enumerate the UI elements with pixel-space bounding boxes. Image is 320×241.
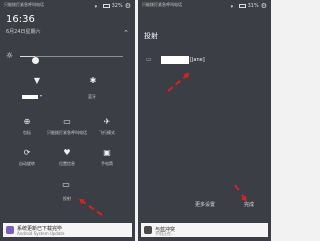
wifi-dropdown-icon[interactable]: ▾ — [40, 93, 42, 98]
battery-percent: 31% — [247, 3, 259, 9]
tile-icon-rotate[interactable]: ⟳ — [21, 148, 33, 157]
battery-icon — [102, 4, 110, 8]
notification-subtitle: Android System Update — [17, 231, 65, 236]
cast-device-item[interactable]: ▭ [Jane] — [144, 54, 254, 66]
app-icon — [6, 226, 14, 234]
tile-label: 只能拨打紧急呼叫电话 — [47, 130, 87, 135]
done-button[interactable]: 完成 — [244, 201, 254, 208]
cast-icon[interactable]: ▭ — [60, 180, 72, 189]
battery-icon — [238, 4, 246, 8]
date: 6月24日星期六 — [6, 29, 41, 35]
brightness-thumb[interactable] — [32, 57, 40, 64]
brightness-slider[interactable]: ☼ — [6, 51, 129, 64]
carrier-text: 只能拨打紧急呼叫电话 — [142, 2, 182, 7]
battery-percent: 32% — [111, 3, 123, 9]
device-name-suffix: [Jane] — [190, 57, 205, 63]
app-icon — [144, 226, 152, 234]
more-settings-button[interactable]: 更多设置 — [195, 201, 215, 208]
redacted-device-name — [161, 56, 189, 64]
gear-icon[interactable]: ⚙ — [261, 2, 267, 10]
red-arrow — [80, 199, 103, 216]
status-bar: 只能拨打紧急呼叫电话 ▾ 31% ⚙ — [138, 0, 271, 11]
brightness-icon: ☼ — [6, 51, 14, 60]
bluetooth-icon[interactable]: ✱ — [87, 76, 99, 85]
tile-icon-location[interactable]: ⊕ — [21, 117, 33, 126]
redacted-wifi-name — [22, 95, 38, 99]
signal-icon: ▾ — [94, 3, 98, 10]
bluetooth-label: 蓝牙 — [88, 94, 96, 99]
clock: 16:36 — [6, 14, 35, 25]
quick-settings-panel: 只能拨打紧急呼叫电话 ▾ 32% ⚙ 16:36 6月24日星期六 ⌃ ☼ ▼ … — [0, 0, 135, 241]
status-icons: ▾ 32% ⚙ — [95, 2, 131, 10]
tile-label: 手电筒 — [101, 161, 113, 166]
brightness-track[interactable] — [20, 56, 123, 64]
notification-card[interactable]: 系统更新已下载完毕 Android System Update — [3, 223, 132, 237]
notification-subtitle: 手机正在... — [155, 231, 175, 236]
tile-label: 自动旋转 — [19, 161, 35, 166]
tile-label: 位置信息 — [59, 161, 75, 166]
gear-icon[interactable]: ⚙ — [125, 2, 131, 10]
tile-icon-flashlight[interactable]: ▣ — [101, 148, 113, 157]
tile-label: 包括 — [23, 130, 31, 135]
carrier-text: 只能拨打紧急呼叫电话 — [4, 2, 44, 7]
status-bar: 只能拨打紧急呼叫电话 ▾ 32% ⚙ — [0, 0, 135, 11]
tile-label: 飞行模式 — [99, 130, 115, 135]
red-arrow — [167, 73, 189, 92]
tile-icon-mobile[interactable]: ▭ — [61, 117, 73, 126]
wifi-icon[interactable]: ▼ — [31, 76, 43, 85]
status-icons: ▾ 31% ⚙ — [231, 2, 267, 10]
signal-icon: ▾ — [230, 3, 234, 10]
cast-panel: 只能拨打紧急呼叫电话 ▾ 31% ⚙ 投射 ▭ [Jane] 更多设置 完成 与… — [138, 0, 271, 241]
notification-card[interactable]: 与蓝冲突 手机正在... — [141, 223, 268, 237]
tile-icon-airplane[interactable]: ✈ — [101, 117, 113, 126]
chevron-up-icon[interactable]: ⌃ — [123, 29, 129, 37]
cast-title: 投射 — [144, 32, 158, 40]
tile-icon-location2[interactable]: ♥ — [61, 148, 73, 157]
red-arrow — [234, 184, 247, 201]
cast-device-icon: ▭ — [146, 56, 152, 63]
